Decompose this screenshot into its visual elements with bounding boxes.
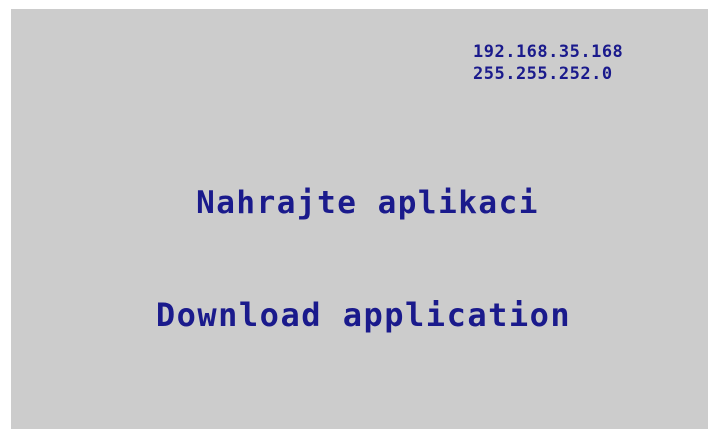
display-screen: 192.168.35.168 255.255.252.0 Nahrajte ap… [11, 9, 708, 429]
subnet-mask: 255.255.252.0 [473, 64, 613, 84]
network-info: 192.168.35.168 255.255.252.0 [473, 41, 623, 85]
ip-address: 192.168.35.168 [473, 42, 624, 62]
message-english: Download application [155, 296, 572, 334]
message-czech: Nahrajte aplikaci [196, 185, 539, 221]
